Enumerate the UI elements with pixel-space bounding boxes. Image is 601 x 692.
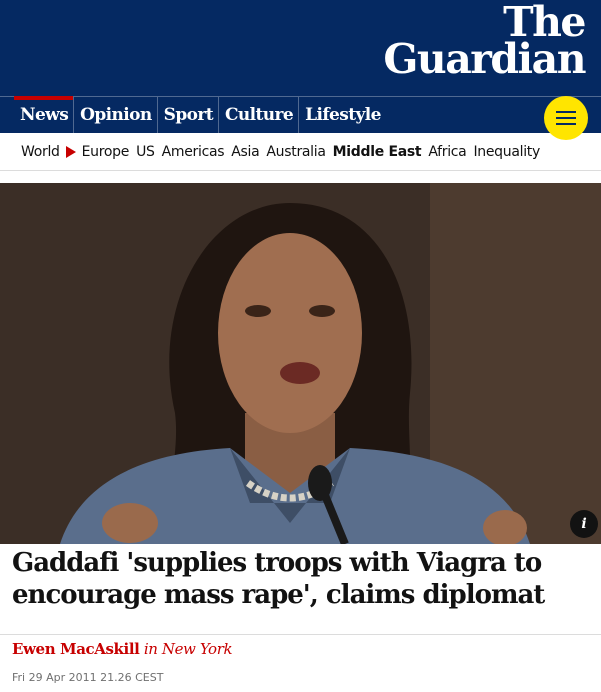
hero-image — [0, 183, 601, 544]
subnav-inequality[interactable]: Inequality — [473, 144, 540, 160]
subnav-africa[interactable]: Africa — [428, 144, 466, 160]
pillar-news[interactable]: News — [14, 96, 75, 133]
byline: Ewen MacAskill in New York — [12, 640, 233, 658]
pillar-culture[interactable]: Culture — [219, 97, 300, 133]
subnav-europe[interactable]: Europe — [82, 144, 130, 160]
masthead: The Guardian News Opinion Sport Culture … — [0, 0, 601, 133]
article-headline: Gaddafi 'supplies troops with Viagra to … — [12, 548, 545, 610]
pillar-sport[interactable]: Sport — [158, 97, 219, 133]
pillar-opinion[interactable]: Opinion — [74, 97, 158, 133]
hamburger-icon-mid — [556, 117, 576, 119]
pillar-nav: News Opinion Sport Culture Lifestyle — [0, 96, 601, 133]
hamburger-icon-bottom — [556, 123, 576, 125]
publish-date: Fri 29 Apr 2011 21.26 CEST — [12, 671, 164, 684]
triangle-right-icon — [65, 145, 76, 158]
hero-photo-illustration — [0, 183, 601, 544]
subnav-middle-east[interactable]: Middle East — [333, 144, 422, 160]
byline-location: in New York — [143, 640, 233, 658]
sub-nav: World Europe US Americas Asia Australia … — [0, 133, 601, 171]
subnav-asia[interactable]: Asia — [231, 144, 259, 160]
byline-divider — [0, 634, 601, 635]
image-info-button[interactable]: i — [570, 510, 598, 538]
subnav-us[interactable]: US — [136, 144, 155, 160]
hamburger-icon — [556, 111, 576, 113]
author-link[interactable]: Ewen MacAskill — [12, 640, 140, 658]
subnav-australia[interactable]: Australia — [266, 144, 326, 160]
subnav-world[interactable]: World — [21, 144, 60, 160]
guardian-logo[interactable]: The Guardian — [383, 2, 586, 83]
subnav-americas[interactable]: Americas — [162, 144, 225, 160]
logo-guardian: Guardian — [383, 35, 586, 83]
pillar-lifestyle[interactable]: Lifestyle — [299, 97, 386, 133]
